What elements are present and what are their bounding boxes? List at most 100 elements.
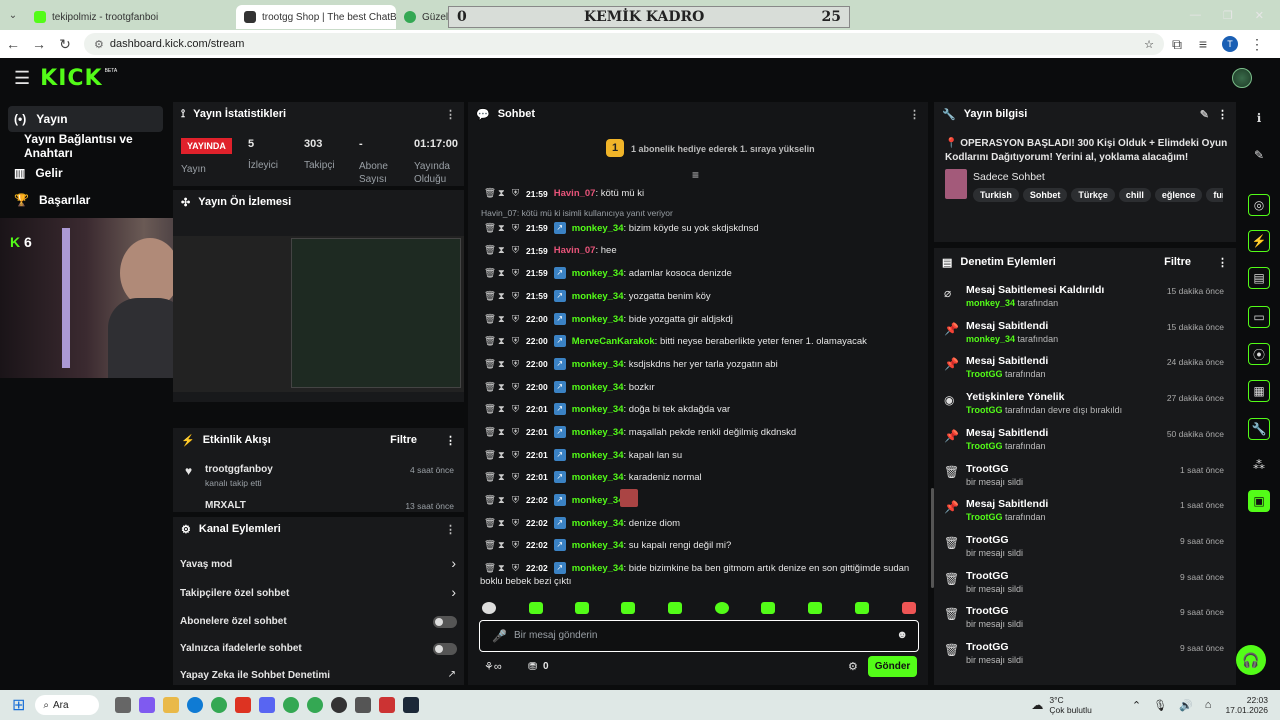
timeout-icon[interactable]: ⧗ (498, 188, 506, 199)
subs-only-toggle[interactable] (433, 616, 457, 628)
delete-message-icon[interactable]: 🗑 (484, 268, 496, 279)
app-rail-icon[interactable]: ▣ (1248, 490, 1270, 512)
external-link-icon[interactable]: ↗ (448, 669, 456, 680)
timeout-icon[interactable]: ⧗ (498, 404, 506, 415)
chat-message[interactable]: 🗑 ⧗ ⛨ 22:00 ↗ monkey_34: bide yozgatta gir al… (484, 313, 733, 325)
delete-message-icon[interactable]: 🗑 (484, 188, 496, 199)
ban-icon[interactable]: ⛨ (512, 563, 520, 574)
broadcast-rail-icon[interactable]: ⦿ (1248, 343, 1270, 365)
pinned-collapse-icon[interactable]: ≡ (692, 168, 699, 182)
ban-icon[interactable]: ⛨ (512, 314, 520, 325)
forward-icon[interactable]: → (26, 36, 52, 52)
obs-icon[interactable] (331, 697, 348, 713)
chat-message[interactable]: 🗑 ⧗ ⛨ 22:00 ↗ MerveCanKarakok: bitti neyse be… (484, 335, 867, 347)
category-thumbnail[interactable] (945, 169, 967, 199)
ban-icon[interactable]: ⛨ (512, 518, 520, 529)
site-info-icon[interactable]: ⚙ (94, 38, 104, 51)
tray-chevron-icon[interactable]: ⌃ (1132, 699, 1141, 712)
chat-menu-icon[interactable]: ⋮ (909, 108, 920, 121)
chat-message[interactable]: 🗑 ⧗ ⛨ 21:59 ↗ monkey_34: adamlar kosoca deniz… (484, 267, 732, 279)
moderation-menu-icon[interactable]: ⋮ (1217, 256, 1228, 269)
delete-message-icon[interactable]: 🗑 (484, 291, 496, 302)
message-username[interactable]: monkey_34 (572, 450, 624, 461)
delete-message-icon[interactable]: 🗑 (484, 314, 496, 325)
timeout-icon[interactable]: ⧗ (498, 336, 506, 347)
timeout-icon[interactable]: ⧗ (498, 314, 506, 325)
timeout-icon[interactable]: ⧗ (498, 472, 506, 483)
emote-icon[interactable] (668, 602, 682, 614)
stream-info-menu-icon[interactable]: ⋮ (1217, 108, 1228, 121)
message-username[interactable]: monkey_34 (572, 359, 624, 370)
emoji-picker-icon[interactable]: ☻ (896, 629, 908, 641)
tag-chip[interactable]: eğlence (1154, 188, 1203, 202)
ban-icon[interactable]: ⛨ (512, 268, 520, 279)
chat-message[interactable]: 🗑 ⧗ ⛨ 22:01 ↗ monkey_34: karadeniz normal (484, 471, 702, 483)
timeout-icon[interactable]: ⧗ (498, 495, 506, 506)
chat-message[interactable]: 🗑 ⧗ ⛨ 21:59 Havin_07: hee (484, 245, 617, 256)
maximize-icon[interactable]: ❐ (1223, 9, 1233, 22)
message-username[interactable]: MerveCanKarakok (572, 336, 655, 347)
ban-icon[interactable]: ⛨ (512, 223, 520, 234)
emote-icon[interactable] (902, 602, 916, 614)
tag-chip[interactable]: chill (1118, 188, 1151, 202)
nav-item-gelir[interactable]: ▥ Gelir (8, 160, 163, 186)
nav-item-yayin[interactable]: (•) Yayın (8, 106, 163, 132)
taskbar-search[interactable]: ⌕ Ara (35, 695, 100, 715)
ban-icon[interactable]: ⛨ (512, 495, 520, 506)
kick-logo[interactable]: KICK (40, 66, 102, 91)
message-username[interactable]: monkey_34 (572, 495, 624, 506)
tag-chip[interactable]: Turkish (973, 188, 1019, 202)
chat-message[interactable]: 🗑 ⧗ ⛨ 22:02 ↗ monkey_34: su kapalı rengi deği… (484, 539, 731, 551)
delete-message-icon[interactable]: 🗑 (484, 404, 496, 415)
target-icon[interactable]: ◎ (1248, 194, 1270, 216)
tag-chip[interactable]: Sohbet (1022, 188, 1068, 202)
emote-icon[interactable] (575, 602, 589, 614)
message-username[interactable]: monkey_34 (572, 563, 624, 574)
chat-message[interactable]: 🗑 ⧗ ⛨ 21:59 Havin_07: kötü mü ki (484, 188, 644, 199)
emote-only-toggle[interactable] (433, 643, 457, 655)
reload-icon[interactable]: ↻ (52, 36, 78, 53)
delete-message-icon[interactable]: 🗑 (484, 563, 496, 574)
slow-mode-label[interactable]: Yavaş mod (180, 559, 232, 570)
ban-icon[interactable]: ⛨ (512, 359, 520, 370)
delete-message-icon[interactable]: 🗑 (484, 427, 496, 438)
chrome-icon[interactable] (307, 697, 324, 713)
message-username[interactable]: monkey_34 (572, 472, 624, 483)
delete-message-icon[interactable]: 🗑 (484, 359, 496, 370)
support-headset-icon[interactable]: 🎧 (1236, 645, 1266, 675)
mic-tray-icon[interactable]: 🎙 (1153, 699, 1167, 712)
notes-icon[interactable]: ▤ (1248, 267, 1270, 289)
chat-message[interactable]: 🗑 ⧗ ⛨ 21:59 ↗ monkey_34: bizim köyde su yok s… (484, 222, 759, 234)
chat-message[interactable]: 🗑 ⧗ ⛨ 22:02 ↗ monkey_34: denize diom (484, 517, 680, 529)
discord-icon[interactable] (259, 697, 276, 713)
close-window-icon[interactable]: ✕ (1255, 9, 1264, 22)
ban-icon[interactable]: ⛨ (512, 336, 520, 347)
tag-chip[interactable]: Türkçe (1071, 188, 1115, 202)
chat-input[interactable]: 🎤 Bir mesaj gönderin ☻ (479, 620, 919, 652)
timeout-icon[interactable]: ⧗ (498, 268, 506, 279)
chrome-icon[interactable] (283, 697, 300, 713)
message-username[interactable]: monkey_34 (572, 540, 624, 551)
chat-message[interactable]: 🗑⧗⛨22:02↗monkey_34: (484, 494, 626, 506)
task-view-icon[interactable] (115, 697, 132, 713)
ban-icon[interactable]: ⛨ (512, 472, 520, 483)
emote-icon[interactable] (482, 602, 496, 614)
message-username[interactable]: monkey_34 (572, 223, 624, 234)
volume-icon[interactable]: 🔊 (1179, 699, 1193, 712)
moderation-filter-button[interactable]: Filtre (1164, 256, 1191, 268)
chrome-icon[interactable] (211, 697, 228, 713)
network-icon[interactable]: ⌂ (1205, 699, 1212, 712)
message-username[interactable]: Havin_07 (554, 245, 596, 256)
tag-chip[interactable]: funny (1206, 188, 1223, 202)
ai-moderation-label[interactable]: Yapay Zeka ile Sohbet Denetimi (180, 670, 330, 681)
message-username[interactable]: monkey_34 (572, 427, 624, 438)
chevron-right-icon[interactable]: › (451, 584, 456, 600)
steam-icon[interactable] (403, 697, 420, 713)
delete-message-icon[interactable]: 🗑 (484, 336, 496, 347)
timeout-icon[interactable]: ⧗ (498, 518, 506, 529)
preview-video[interactable] (173, 236, 464, 392)
user-avatar[interactable] (1232, 68, 1252, 88)
nav-item-stream-key[interactable]: Yayın Bağlantısı ve Anahtarı (8, 132, 178, 160)
pencil-icon[interactable]: ✎ (1248, 144, 1270, 166)
chat-message[interactable]: 🗑 ⧗ ⛨ 21:59 ↗ monkey_34: yozgatta benim köy (484, 290, 711, 302)
